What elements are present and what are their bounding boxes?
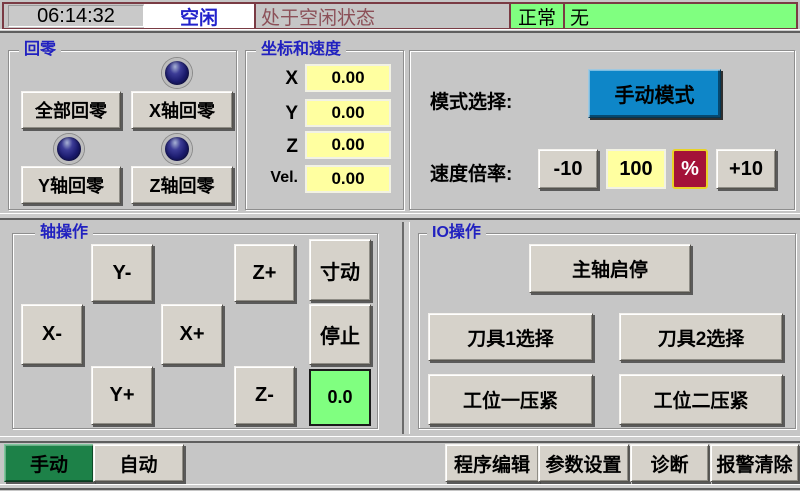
y-home-led-icon xyxy=(54,134,84,164)
z-home-led-icon xyxy=(162,134,192,164)
diagnosis-button[interactable]: 诊断 xyxy=(630,444,709,482)
z-plus-button[interactable]: Z+ xyxy=(234,244,295,302)
speed-rate-label: 速度倍率: xyxy=(430,159,512,186)
x-plus-button[interactable]: X+ xyxy=(161,304,223,365)
clock-display: 06:14:32 xyxy=(8,5,144,27)
param-setting-button[interactable]: 参数设置 xyxy=(538,444,629,482)
home-x-button[interactable]: X轴回零 xyxy=(131,91,233,129)
rate-value-display: 100 xyxy=(606,149,666,189)
status-bar: 06:14:32 空闲 处于空闲状态 正常 无 xyxy=(2,2,798,30)
alarm-clear-button[interactable]: 报警清除 xyxy=(710,444,799,482)
mode-panel: 模式选择: 手动模式 速度倍率: -10 100 % +10 xyxy=(409,50,795,210)
home-y-button[interactable]: Y轴回零 xyxy=(21,166,121,204)
tab-manual[interactable]: 手动 xyxy=(4,444,94,482)
program-edit-button[interactable]: 程序编辑 xyxy=(445,444,539,482)
z-position-display: 0.00 xyxy=(305,131,391,159)
x-position-display: 0.00 xyxy=(305,64,391,92)
homing-panel-title: 回零 xyxy=(19,40,61,60)
io-panel-title: IO操作 xyxy=(427,223,486,243)
y-minus-button[interactable]: Y- xyxy=(91,244,153,302)
station1-clamp-button[interactable]: 工位一压紧 xyxy=(428,374,593,425)
mode-select-label: 模式选择: xyxy=(430,87,512,114)
axis-y-label: Y xyxy=(246,103,298,125)
tool1-select-button[interactable]: 刀具1选择 xyxy=(428,313,593,361)
divider xyxy=(0,484,800,490)
x-home-led-icon xyxy=(162,58,192,88)
rate-increase-button[interactable]: +10 xyxy=(716,149,776,189)
velocity-label: Vel. xyxy=(246,169,298,187)
axis-panel-title: 轴操作 xyxy=(35,223,93,243)
health-status-display: 正常 xyxy=(509,4,563,28)
spindle-toggle-button[interactable]: 主轴启停 xyxy=(529,244,691,293)
axis-panel: 轴操作 Y- Z+ 寸动 X- X+ 停止 Y+ Z- 0.0 xyxy=(12,233,378,429)
axis-z-label: Z xyxy=(246,136,298,158)
home-z-button[interactable]: Z轴回零 xyxy=(131,166,233,204)
homing-panel: 回零 全部回零 X轴回零 Y轴回零 Z轴回零 xyxy=(8,50,237,210)
jog-step-value[interactable]: 0.0 xyxy=(309,369,371,426)
divider xyxy=(0,436,800,443)
coords-panel: 坐标和速度 X 0.00 Y 0.00 Z 0.00 Vel. 0.00 xyxy=(245,50,404,210)
tab-auto[interactable]: 自动 xyxy=(93,444,184,482)
rate-decrease-button[interactable]: -10 xyxy=(538,149,598,189)
io-panel: IO操作 主轴启停 刀具1选择 刀具2选择 工位一压紧 工位二压紧 xyxy=(418,233,796,429)
jog-button[interactable]: 寸动 xyxy=(309,239,371,301)
tool2-select-button[interactable]: 刀具2选择 xyxy=(619,313,783,361)
y-position-display: 0.00 xyxy=(305,99,391,127)
divider xyxy=(402,222,410,434)
coords-panel-title: 坐标和速度 xyxy=(256,40,346,60)
station2-clamp-button[interactable]: 工位二压紧 xyxy=(619,374,783,425)
z-minus-button[interactable]: Z- xyxy=(234,366,295,425)
divider xyxy=(0,29,800,33)
hmi-screen: 06:14:32 空闲 处于空闲状态 正常 无 回零 全部回零 X轴回零 Y轴回… xyxy=(0,0,800,491)
y-plus-button[interactable]: Y+ xyxy=(91,366,153,425)
mode-button[interactable]: 手动模式 xyxy=(588,69,721,118)
state-message-display: 处于空闲状态 xyxy=(254,4,509,28)
velocity-display: 0.00 xyxy=(305,165,391,193)
x-minus-button[interactable]: X- xyxy=(21,304,83,365)
machine-state-display: 空闲 xyxy=(144,4,254,28)
stop-button[interactable]: 停止 xyxy=(309,304,371,365)
home-all-button[interactable]: 全部回零 xyxy=(21,91,121,129)
divider xyxy=(0,213,800,220)
axis-x-label: X xyxy=(246,68,298,90)
percent-badge: % xyxy=(672,149,708,189)
alarm-message-display: 无 xyxy=(563,4,796,28)
